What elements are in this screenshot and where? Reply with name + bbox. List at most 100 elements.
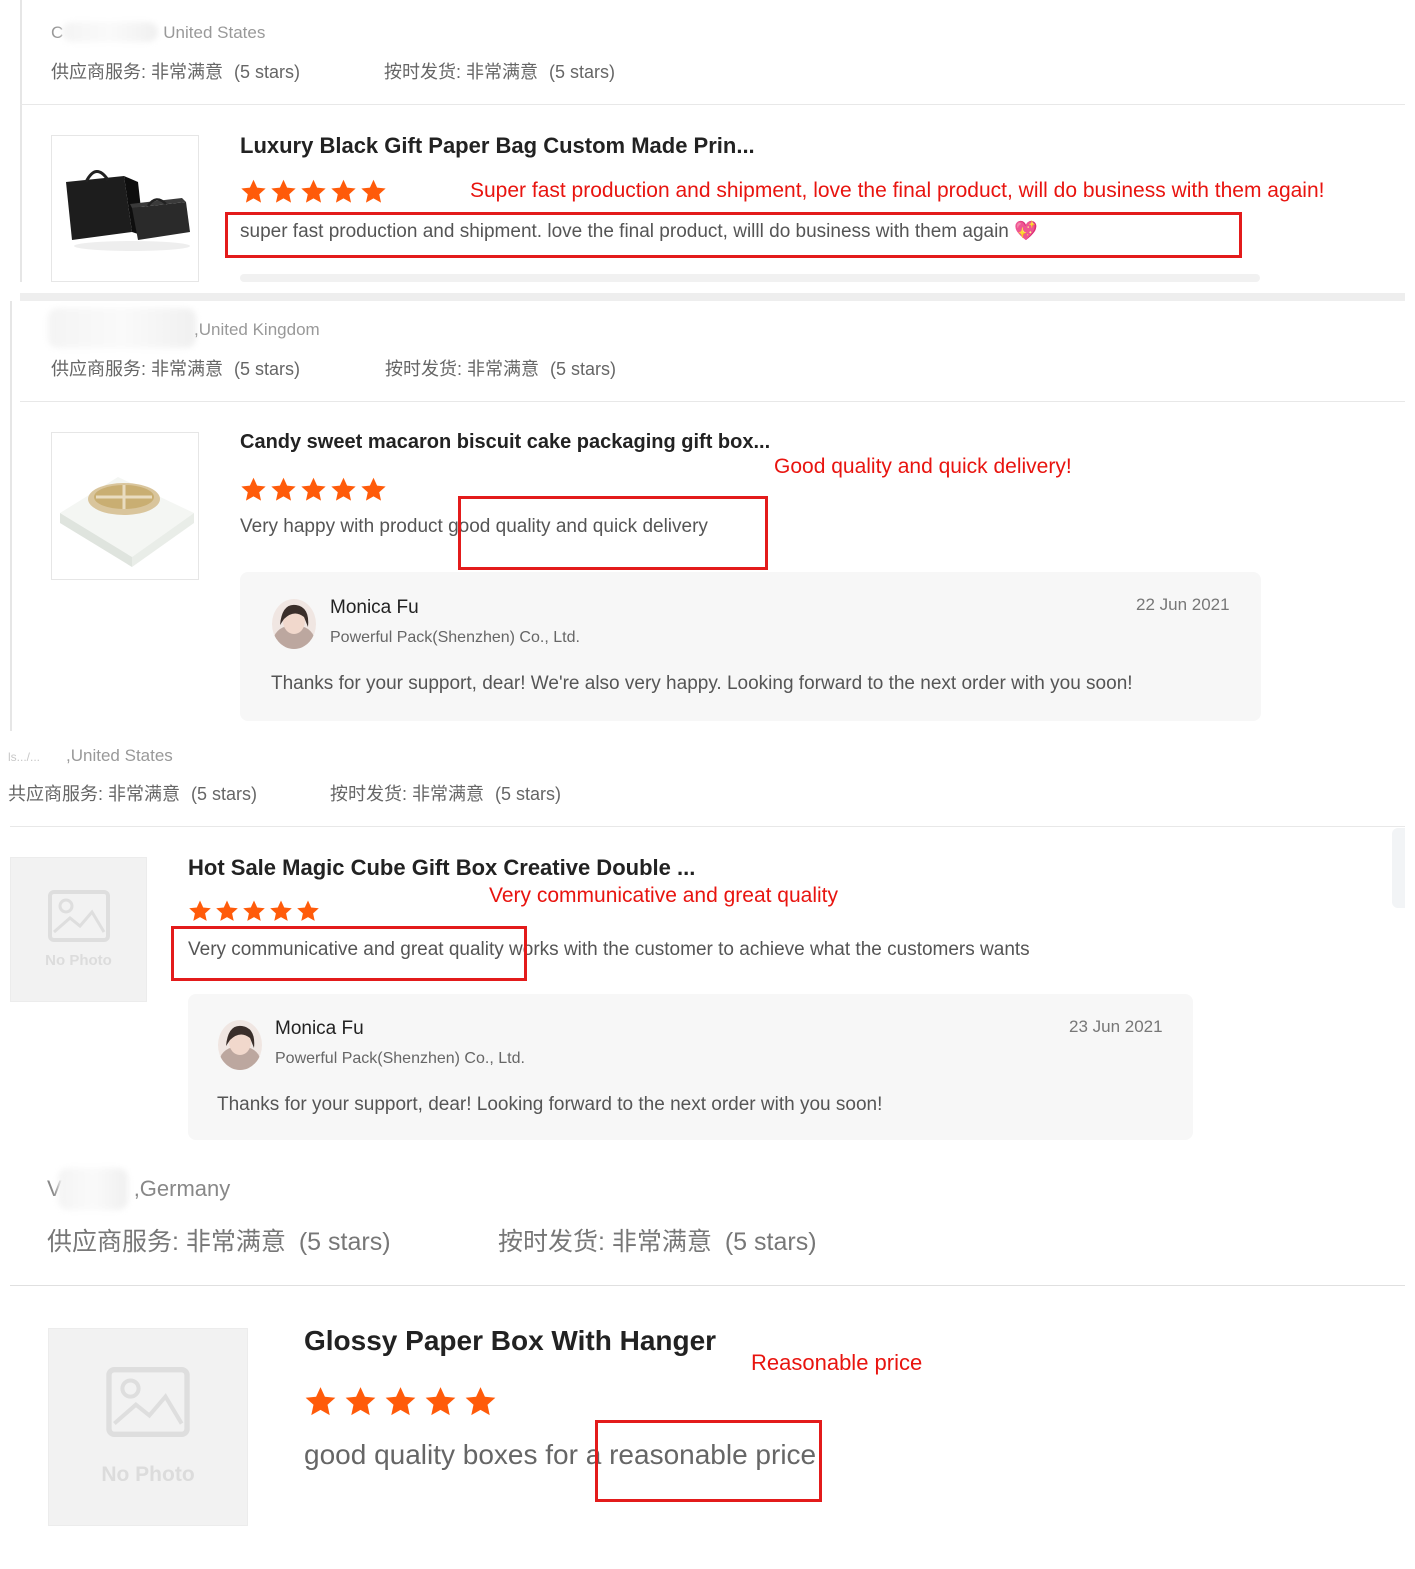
annotation-text: Reasonable price — [751, 1350, 923, 1375]
side-scroll-handle[interactable] — [1392, 828, 1405, 908]
star-rating — [188, 899, 323, 923]
supplier-service-stars: (5 stars) — [234, 62, 301, 82]
on-time-label: 按时发货: 非常满意 — [330, 784, 485, 804]
reviewer-country: ,United Kingdom — [194, 320, 320, 339]
product-title[interactable]: Candy sweet macaron biscuit cake packagi… — [240, 431, 770, 454]
divider — [10, 826, 1405, 827]
on-time-label: 按时发货: 非常满意 — [385, 359, 540, 379]
image-placeholder-icon — [47, 890, 110, 942]
scrollbar[interactable] — [240, 274, 1260, 282]
star-icon — [301, 477, 326, 501]
on-time-stars: (5 stars) — [549, 62, 616, 82]
star-icon — [305, 1387, 336, 1416]
star-icon — [301, 179, 326, 203]
on-time-rating-row: 按时发货: 非常满意 (5 stars) — [330, 780, 567, 806]
supplier-service-label: 供应商服务: 非常满意 — [51, 359, 224, 379]
star-icon — [241, 477, 266, 501]
review-text-part: Very happy with product — [240, 516, 449, 537]
divider — [10, 1285, 1405, 1286]
highlight-box — [171, 926, 527, 981]
annotation-text: Super fast production and shipment, love… — [470, 179, 1325, 202]
star-icon — [189, 900, 211, 921]
annotation-text: Very communicative and great quality — [489, 884, 839, 907]
review-text-part: good quality boxes for a — [304, 1439, 610, 1470]
supplier-service-label: 供应商服务: 非常满意 — [51, 62, 224, 82]
supplier-rating-row: 供应商服务: 非常满意 (5 stars) — [51, 355, 306, 381]
reviewer-country: United States — [163, 23, 266, 42]
reviewer-name-prefix: ls.../... — [8, 750, 41, 764]
star-rating — [240, 178, 390, 205]
no-photo-label: No Photo — [101, 1463, 195, 1486]
review-text-part: works with the customer to achieve what … — [503, 939, 1030, 960]
no-photo-label: No Photo — [45, 952, 112, 969]
product-thumbnail[interactable]: No Photo — [48, 1328, 248, 1526]
avatar — [272, 599, 316, 649]
reply-text: Thanks for your support, dear! We're als… — [271, 673, 1133, 694]
on-time-rating-row: 按时发货: 非常满意 (5 stars) — [498, 1222, 823, 1258]
on-time-rating-row: 按时发货: 非常满意 (5 stars) — [384, 58, 621, 84]
star-icon — [345, 1387, 376, 1416]
supplier-rating-row: 供应商服务: 非常满意 (5 stars) — [47, 1222, 397, 1258]
annotation-text: Good quality and quick delivery! — [774, 455, 1072, 478]
supplier-service-label: 供应商服务: 非常满意 — [47, 1228, 286, 1256]
star-icon — [243, 900, 265, 921]
section-left-border — [20, 0, 22, 282]
star-icon — [271, 477, 296, 501]
redaction-blur — [62, 22, 158, 42]
supplier-rating-row: 共应商服务: 非常满意 (5 stars) — [8, 780, 263, 806]
star-icon — [297, 900, 319, 921]
reviewer-location: ls.../... ,United States — [8, 746, 173, 766]
divider — [20, 401, 1405, 402]
macaron-box-image — [60, 477, 194, 567]
star-icon — [241, 179, 266, 203]
redaction-blur — [48, 308, 196, 348]
on-time-stars: (5 stars) — [724, 1228, 817, 1256]
on-time-label: 按时发货: 非常满意 — [384, 62, 539, 82]
highlight-box — [595, 1420, 822, 1502]
on-time-stars: (5 stars) — [495, 784, 562, 804]
product-title[interactable]: Luxury Black Gift Paper Bag Custom Made … — [240, 133, 755, 159]
product-title[interactable]: Glossy Paper Box With Hanger — [304, 1325, 716, 1357]
star-icon — [361, 179, 386, 203]
reply-author-name: Monica Fu — [275, 1018, 364, 1039]
supplier-service-stars: (5 stars) — [298, 1228, 391, 1256]
section-separator — [20, 293, 1405, 301]
supplier-service-stars: (5 stars) — [191, 784, 258, 804]
reply-text: Thanks for your support, dear! Looking f… — [217, 1094, 883, 1115]
reply-company: Powerful Pack(Shenzhen) Co., Ltd. — [275, 1050, 525, 1067]
star-icon — [331, 179, 356, 203]
black-gift-bag-image — [66, 170, 190, 251]
star-icon — [271, 179, 296, 203]
reply-date: 23 Jun 2021 — [1069, 1017, 1163, 1036]
divider — [20, 104, 1405, 105]
star-icon — [216, 900, 238, 921]
reply-author-name: Monica Fu — [330, 597, 419, 618]
supplier-service-stars: (5 stars) — [234, 359, 301, 379]
reply-date: 22 Jun 2021 — [1136, 595, 1230, 614]
highlight-box — [458, 496, 768, 570]
star-icon — [425, 1387, 456, 1416]
supplier-rating-row: 供应商服务: 非常满意 (5 stars) — [51, 58, 306, 84]
star-icon — [385, 1387, 416, 1416]
star-icon — [361, 477, 386, 501]
reviewer-country: ,Germany — [133, 1176, 231, 1201]
star-rating — [240, 476, 390, 503]
star-rating — [304, 1385, 504, 1418]
star-icon — [331, 477, 356, 501]
product-thumbnail[interactable]: No Photo — [10, 857, 147, 1002]
product-thumbnail[interactable] — [51, 135, 199, 282]
on-time-label: 按时发货: 非常满意 — [498, 1228, 712, 1256]
reviewer-country: ,United States — [66, 746, 173, 765]
highlight-box — [225, 212, 1242, 258]
reply-company: Powerful Pack(Shenzhen) Co., Ltd. — [330, 629, 580, 646]
redaction-blur — [58, 1168, 128, 1210]
on-time-rating-row: 按时发货: 非常满意 (5 stars) — [385, 355, 622, 381]
image-placeholder-icon — [106, 1367, 190, 1437]
star-icon — [270, 900, 292, 921]
on-time-stars: (5 stars) — [550, 359, 617, 379]
section-left-border — [10, 301, 12, 731]
product-thumbnail[interactable] — [51, 432, 199, 580]
avatar — [218, 1020, 262, 1070]
product-title[interactable]: Hot Sale Magic Cube Gift Box Creative Do… — [188, 855, 695, 881]
star-icon — [465, 1387, 496, 1416]
